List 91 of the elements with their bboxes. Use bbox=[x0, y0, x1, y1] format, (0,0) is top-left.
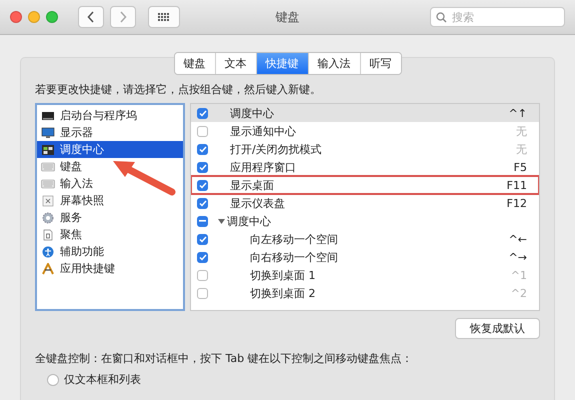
shortcut-group-row[interactable]: 调度中心 bbox=[191, 212, 539, 230]
shortcut-label: 显示仪表盘 bbox=[230, 196, 285, 210]
shortcut-label: 向右移动一个空间 bbox=[250, 250, 338, 264]
checkmark-icon bbox=[198, 146, 206, 152]
checkbox[interactable] bbox=[197, 198, 208, 208]
instruction-text: 若要更改快捷键，请选择它，点按组合键，然后键入新键。 bbox=[35, 82, 322, 97]
windows-icon bbox=[41, 144, 55, 156]
restore-defaults-button[interactable]: 恢复成默认 bbox=[455, 318, 540, 339]
shortcut-key: ^2 bbox=[510, 286, 527, 300]
keyboard-icon bbox=[41, 160, 55, 172]
category-item[interactable]: 启动台与程序坞 bbox=[37, 107, 183, 124]
checkbox[interactable] bbox=[197, 270, 208, 280]
disclosure-triangle-icon[interactable] bbox=[218, 218, 225, 224]
radio-button[interactable] bbox=[47, 374, 59, 386]
checkbox[interactable] bbox=[197, 288, 208, 298]
back-button[interactable] bbox=[78, 6, 104, 28]
category-item[interactable]: 屏幕快照 bbox=[37, 192, 183, 209]
checkbox[interactable] bbox=[197, 234, 208, 244]
checkmark-icon bbox=[198, 110, 206, 116]
shortcut-label: 显示通知中心 bbox=[230, 124, 296, 138]
shortcut-key: 无 bbox=[516, 124, 527, 138]
shortcut-key: ^1 bbox=[510, 268, 527, 282]
full-keyboard-text: 全键盘控制：在窗口和对话框中，按下 Tab 键在以下控制之间移动键盘焦点： bbox=[35, 351, 414, 366]
shortcut-label: 切换到桌面 2 bbox=[250, 286, 316, 300]
category-item[interactable]: 辅助功能 bbox=[37, 243, 183, 260]
app-icon bbox=[41, 262, 55, 274]
dash-icon bbox=[199, 220, 206, 222]
checkmark-icon bbox=[198, 236, 206, 242]
checkbox[interactable] bbox=[197, 252, 208, 262]
category-item[interactable]: 聚焦 bbox=[37, 226, 183, 243]
document-icon bbox=[41, 228, 55, 240]
arrow-annotation bbox=[112, 160, 176, 196]
shortcut-row[interactable]: 打开/关闭勿扰模式 无 bbox=[191, 140, 539, 158]
shortcut-key: 无 bbox=[516, 142, 527, 156]
display-icon bbox=[41, 126, 55, 138]
shortcut-label: 应用程序窗口 bbox=[230, 160, 296, 174]
forward-button[interactable] bbox=[110, 6, 136, 28]
shortcut-key: ^← bbox=[508, 232, 527, 246]
shortcut-group-label: 调度中心 bbox=[227, 214, 271, 228]
shortcut-label: 调度中心 bbox=[230, 106, 274, 120]
keyboard-icon bbox=[41, 178, 55, 190]
checkbox[interactable] bbox=[197, 180, 208, 190]
search-icon bbox=[436, 12, 447, 23]
window-title: 键盘 bbox=[276, 10, 300, 24]
shortcut-row[interactable]: 向右移动一个空间 ^→ bbox=[191, 248, 539, 266]
checkmark-icon bbox=[198, 200, 206, 206]
radio-label: 仅文本框和列表 bbox=[64, 372, 141, 387]
category-item[interactable]: 键盘 bbox=[37, 158, 183, 175]
checkmark-icon bbox=[198, 164, 206, 170]
shortcut-row[interactable]: 应用程序窗口 F5 bbox=[191, 158, 539, 176]
category-item[interactable]: 显示器 bbox=[37, 124, 183, 141]
shortcut-row[interactable]: 切换到桌面 2 ^2 bbox=[191, 284, 539, 302]
checkbox[interactable] bbox=[197, 126, 208, 136]
shortcut-label: 向左移动一个空间 bbox=[250, 232, 338, 246]
category-item[interactable]: 应用快捷键 bbox=[37, 260, 183, 277]
screenshot-icon bbox=[41, 194, 55, 206]
shortcut-label: 切换到桌面 1 bbox=[250, 268, 316, 282]
checkmark-icon bbox=[198, 254, 206, 260]
chevron-right-icon bbox=[119, 11, 127, 23]
category-item[interactable]: 服务 bbox=[37, 209, 183, 226]
shortcut-row[interactable]: 向左移动一个空间 ^← bbox=[191, 230, 539, 248]
accessibility-icon bbox=[41, 246, 55, 258]
shortcut-label: 显示桌面 bbox=[230, 178, 274, 192]
shortcut-key: F11 bbox=[506, 178, 527, 192]
shortcut-key: F5 bbox=[514, 160, 527, 174]
category-item[interactable]: 输入法 bbox=[37, 175, 183, 192]
chevron-left-icon bbox=[87, 11, 95, 23]
shortcut-row[interactable]: 显示通知中心 无 bbox=[191, 122, 539, 140]
shortcut-row[interactable]: 显示仪表盘 F12 bbox=[191, 194, 539, 212]
shortcut-label: 打开/关闭勿扰模式 bbox=[230, 142, 322, 156]
search-field[interactable]: 搜索 bbox=[430, 7, 565, 27]
zoom-button[interactable] bbox=[46, 11, 58, 23]
grid-icon bbox=[158, 12, 170, 22]
checkbox[interactable] bbox=[197, 144, 208, 154]
shortcut-key: F12 bbox=[506, 196, 527, 210]
checkmark-icon bbox=[198, 182, 206, 188]
gear-icon bbox=[41, 212, 55, 224]
category-item[interactable]: 调度中心 bbox=[37, 141, 183, 158]
shortcut-key: ^→ bbox=[508, 250, 527, 264]
shortcut-row[interactable]: 调度中心 ^↑ bbox=[191, 104, 539, 122]
close-button[interactable] bbox=[10, 11, 22, 23]
checkbox[interactable] bbox=[197, 162, 208, 172]
checkbox[interactable] bbox=[197, 108, 208, 118]
checkbox[interactable] bbox=[197, 216, 208, 226]
tab[interactable]: 键盘 bbox=[174, 53, 216, 74]
shortcut-row[interactable]: 切换到桌面 1 ^1 bbox=[191, 266, 539, 284]
shortcut-key: ^↑ bbox=[508, 106, 527, 120]
shortcut-row[interactable]: 显示桌面 F11 bbox=[191, 176, 539, 194]
dock-icon bbox=[41, 110, 55, 122]
show-all-button[interactable] bbox=[148, 6, 180, 28]
tab[interactable]: 快捷键 bbox=[256, 53, 308, 74]
